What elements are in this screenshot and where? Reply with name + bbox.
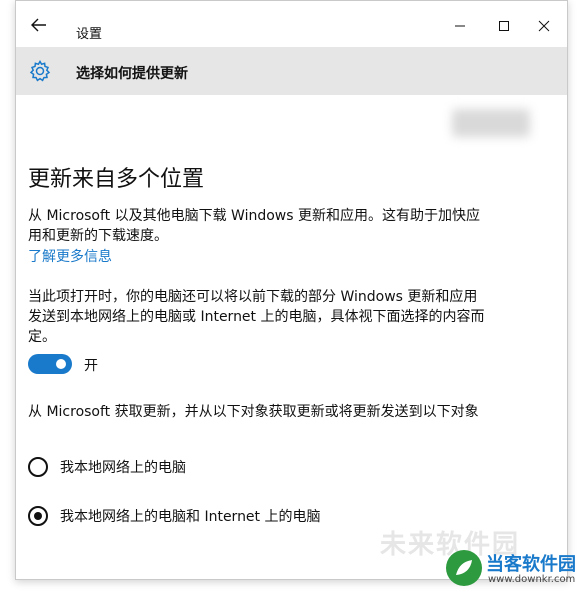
toggle-knob — [56, 359, 66, 369]
radio-local-and-internet[interactable]: 我本地网络上的电脑和 Internet 上的电脑 — [28, 505, 321, 527]
watermark-url: www.downkr.com — [488, 574, 576, 585]
radio-label: 我本地网络上的电脑和 Internet 上的电脑 — [60, 509, 321, 525]
back-button[interactable] — [26, 15, 52, 35]
maximize-icon — [499, 21, 509, 31]
toggle-state-label: 开 — [84, 358, 98, 374]
radio-circle[interactable] — [28, 457, 48, 477]
watermark-brand: 当客软件园 — [486, 554, 576, 575]
maximize-button[interactable] — [484, 15, 524, 37]
leaf-icon — [456, 560, 472, 575]
close-button[interactable] — [524, 15, 564, 37]
settings-window: 设置 选择如何提供更新 更新来自多个位置 从 Microsoft 以及其他电脑下… — [15, 0, 568, 580]
back-arrow-icon — [31, 18, 46, 32]
title-bar: 设置 — [16, 1, 567, 47]
minimize-button[interactable] — [440, 15, 480, 37]
close-icon — [538, 20, 550, 32]
minimize-icon — [455, 25, 465, 27]
learn-more-link[interactable]: 了解更多信息 — [28, 246, 112, 266]
source-question-text: 从 Microsoft 获取更新，并从以下对象获取更新或将更新发送到以下对象 — [28, 404, 479, 420]
window-title: 设置 — [76, 27, 103, 42]
page-title: 选择如何提供更新 — [76, 66, 188, 82]
radio-local-network[interactable]: 我本地网络上的电脑 — [28, 456, 186, 478]
watermark: 未来软件园 当客软件园 www.downkr.com — [360, 520, 580, 590]
radio-circle-selected[interactable] — [28, 506, 48, 526]
delivery-optimization-toggle[interactable] — [28, 354, 72, 374]
page-header: 选择如何提供更新 — [16, 47, 567, 95]
description-text: 从 Microsoft 以及其他电脑下载 Windows 更新和应用。这有助于加… — [28, 208, 481, 244]
toggle-description: 当此项打开时，你的电脑还可以将以前下载的部分 Windows 更新和应用发送到本… — [28, 289, 485, 345]
gear-icon — [29, 60, 51, 82]
blurred-badge — [452, 109, 530, 137]
radio-label: 我本地网络上的电脑 — [60, 460, 186, 476]
watermark-logo-icon — [446, 550, 482, 586]
section-heading: 更新来自多个位置 — [28, 167, 205, 192]
